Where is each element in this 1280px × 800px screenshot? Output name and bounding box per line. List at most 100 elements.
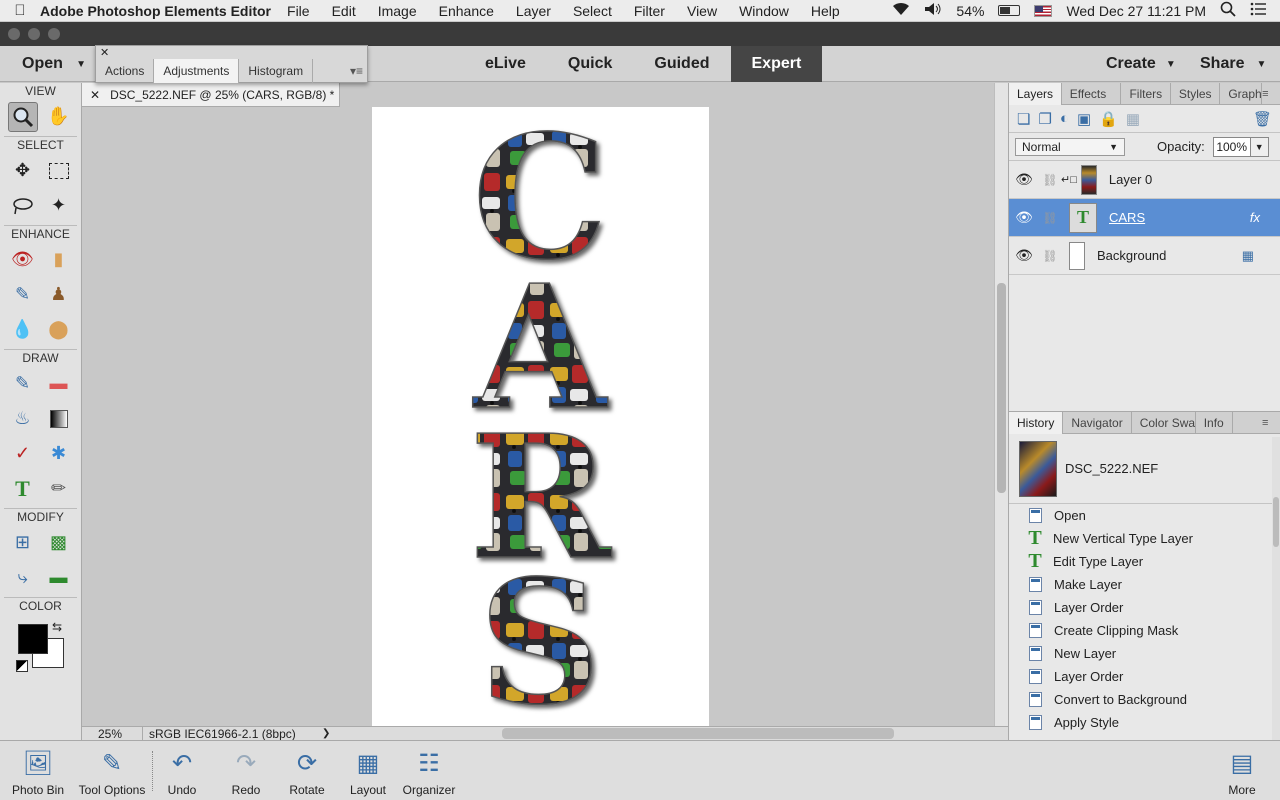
layer-row-background[interactable]: 👁 ⛓ Background ▦ bbox=[1009, 237, 1280, 275]
pencil-tool-icon[interactable]: ✏ bbox=[44, 474, 74, 504]
close-icon[interactable]: ✕ bbox=[100, 46, 109, 59]
vertical-scroll-thumb[interactable] bbox=[997, 283, 1006, 493]
mode-tab-expert[interactable]: Expert bbox=[730, 46, 823, 82]
visibility-eye-icon[interactable]: 👁 bbox=[1009, 209, 1039, 226]
blend-mode-select[interactable]: Normal ▼ bbox=[1015, 137, 1125, 156]
mode-tab-elive[interactable]: eLive bbox=[464, 46, 547, 82]
open-button[interactable]: Open ▼ bbox=[10, 46, 94, 82]
straighten-tool-icon[interactable]: ▬ bbox=[44, 563, 74, 593]
menu-filter[interactable]: Filter bbox=[634, 3, 665, 19]
menu-enhance[interactable]: Enhance bbox=[439, 3, 494, 19]
tab-graphics[interactable]: Graphi bbox=[1220, 83, 1263, 105]
foreground-color-swatch[interactable] bbox=[18, 624, 48, 654]
tab-histogram[interactable]: Histogram bbox=[239, 59, 314, 83]
rotate-button[interactable]: ⟳ Rotate bbox=[284, 741, 330, 800]
history-item[interactable]: New Layer bbox=[1009, 642, 1280, 665]
window-zoom-button[interactable] bbox=[48, 28, 60, 40]
opacity-dropdown-icon[interactable]: ▼ bbox=[1250, 136, 1269, 157]
menu-select[interactable]: Select bbox=[573, 3, 612, 19]
mode-tab-guided[interactable]: Guided bbox=[633, 46, 730, 82]
magic-wand-tool-icon[interactable]: ✦ bbox=[44, 191, 74, 221]
paint-bucket-tool-icon[interactable]: ♨ bbox=[8, 404, 38, 434]
volume-icon[interactable] bbox=[924, 2, 942, 19]
more-button[interactable]: ▤ More bbox=[1222, 741, 1262, 800]
lasso-tool-icon[interactable] bbox=[8, 191, 38, 221]
battery-icon[interactable] bbox=[998, 5, 1021, 16]
tab-adjustments[interactable]: Adjustments bbox=[154, 59, 240, 83]
app-name-menu[interactable]: Adobe Photoshop Elements Editor bbox=[40, 3, 271, 19]
redo-button[interactable]: ↷ Redo bbox=[226, 741, 266, 800]
new-layer-icon[interactable]: ❏ bbox=[1017, 110, 1030, 128]
menu-edit[interactable]: Edit bbox=[332, 3, 356, 19]
lock-transparency-icon[interactable]: ▦ bbox=[1126, 110, 1140, 128]
chevron-right-icon[interactable]: ❯ bbox=[318, 728, 334, 739]
wifi-icon[interactable] bbox=[892, 2, 910, 19]
vertical-scrollbar[interactable] bbox=[994, 83, 1008, 726]
menu-view[interactable]: View bbox=[687, 3, 717, 19]
adjustment-layer-icon[interactable]: ◐ bbox=[1060, 110, 1069, 127]
default-colors-icon[interactable] bbox=[16, 660, 28, 672]
trash-icon[interactable]: 🗑 bbox=[1253, 110, 1272, 128]
visibility-eye-icon[interactable]: 👁 bbox=[1009, 247, 1039, 264]
image-canvas[interactable]: C A R S bbox=[372, 107, 709, 726]
tab-layers[interactable]: Layers bbox=[1009, 83, 1062, 105]
zoom-tool-icon[interactable] bbox=[7, 101, 38, 132]
close-document-icon[interactable]: ✕ bbox=[90, 88, 100, 102]
apple-menu-icon[interactable]:  bbox=[0, 2, 40, 19]
tab-styles[interactable]: Styles bbox=[1171, 83, 1221, 105]
menu-layer[interactable]: Layer bbox=[516, 3, 551, 19]
tab-color-swatches[interactable]: Color Swa bbox=[1132, 412, 1196, 434]
clock[interactable]: Wed Dec 27 11:21 PM bbox=[1066, 3, 1206, 19]
red-eye-tool-icon[interactable]: 👁 bbox=[8, 245, 38, 275]
content-aware-move-tool-icon[interactable]: ⤷ bbox=[8, 563, 38, 593]
layer-mask-icon[interactable]: ▣ bbox=[1077, 110, 1091, 128]
eyedropper-tool-icon[interactable]: ✓ bbox=[8, 439, 38, 469]
history-item[interactable]: T New Vertical Type Layer bbox=[1009, 527, 1280, 550]
share-button[interactable]: Share ▼ bbox=[1200, 46, 1266, 82]
history-snapshot[interactable]: DSC_5222.NEF bbox=[1009, 434, 1280, 504]
blur-tool-icon[interactable]: 💧 bbox=[8, 315, 38, 345]
menu-window[interactable]: Window bbox=[739, 3, 789, 19]
crop-tool-icon[interactable]: ⊞ bbox=[8, 528, 38, 558]
link-icon[interactable]: ⛓ bbox=[1039, 211, 1061, 225]
hand-tool-icon[interactable]: ✋ bbox=[44, 102, 74, 132]
zoom-level[interactable]: 25% bbox=[82, 727, 142, 741]
brush-tool-icon[interactable]: ✎ bbox=[8, 369, 38, 399]
tab-navigator[interactable]: Navigator bbox=[1063, 412, 1132, 434]
battery-percent[interactable]: 54% bbox=[956, 3, 984, 19]
smart-brush-tool-icon[interactable]: ✎ bbox=[8, 280, 38, 310]
menu-image[interactable]: Image bbox=[378, 3, 417, 19]
menu-help[interactable]: Help bbox=[811, 3, 840, 19]
input-source-flag-icon[interactable] bbox=[1034, 4, 1053, 17]
lock-all-icon[interactable]: 🔒 bbox=[1099, 110, 1118, 128]
history-item[interactable]: Layer Order bbox=[1009, 665, 1280, 688]
new-group-icon[interactable]: ❐ bbox=[1038, 110, 1051, 128]
opacity-input[interactable]: 100% bbox=[1212, 136, 1251, 157]
layer-row-cars[interactable]: 👁 ⛓ T CARS fx bbox=[1009, 199, 1280, 237]
mode-tab-quick[interactable]: Quick bbox=[547, 46, 633, 82]
sponge-tool-icon[interactable]: ⬤ bbox=[44, 315, 74, 345]
document-tab[interactable]: ✕ DSC_5222.NEF @ 25% (CARS, RGB/8) * bbox=[82, 83, 340, 107]
clone-stamp-tool-icon[interactable]: ♟ bbox=[44, 280, 74, 310]
menu-file[interactable]: File bbox=[287, 3, 310, 19]
tab-actions[interactable]: Actions bbox=[96, 59, 155, 83]
spotlight-search-icon[interactable] bbox=[1220, 1, 1236, 20]
eraser-tool-icon[interactable]: ▬ bbox=[44, 369, 74, 399]
recompose-tool-icon[interactable]: ▩ bbox=[44, 528, 74, 558]
tab-history[interactable]: History bbox=[1009, 412, 1064, 434]
window-minimize-button[interactable] bbox=[28, 28, 40, 40]
link-icon[interactable]: ⛓ bbox=[1039, 249, 1061, 263]
tab-filters[interactable]: Filters bbox=[1121, 83, 1171, 105]
undo-button[interactable]: ↶ Undo bbox=[162, 741, 202, 800]
window-close-button[interactable] bbox=[8, 28, 20, 40]
panel-menu-icon[interactable]: ▾≡ bbox=[350, 64, 363, 78]
organizer-button[interactable]: ☷ Organizer bbox=[400, 741, 458, 800]
healing-brush-tool-icon[interactable]: ▮ bbox=[44, 245, 74, 275]
history-item[interactable]: Open bbox=[1009, 504, 1280, 527]
link-icon[interactable]: ⛓ bbox=[1039, 173, 1061, 187]
gradient-tool-icon[interactable] bbox=[44, 404, 74, 434]
history-scrollbar[interactable] bbox=[1272, 437, 1280, 741]
history-item[interactable]: T Edit Type Layer bbox=[1009, 550, 1280, 573]
tab-info[interactable]: Info bbox=[1196, 412, 1233, 434]
tab-effects[interactable]: Effects bbox=[1062, 83, 1122, 105]
